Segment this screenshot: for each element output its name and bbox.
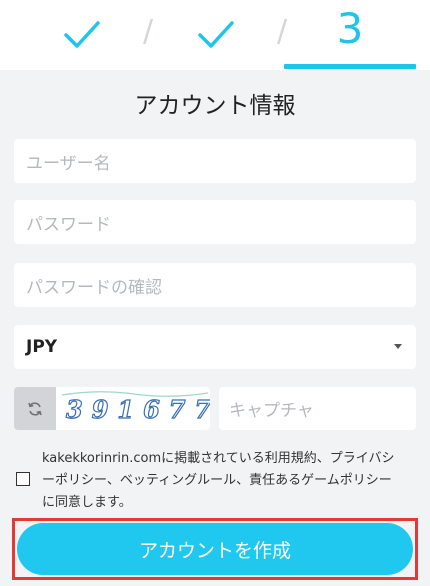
currency-value: JPY [26, 337, 58, 357]
captcha-code: 391677 [66, 395, 210, 424]
password-confirm-placeholder: パスワードの確認 [26, 277, 162, 298]
password-input[interactable]: パスワード [14, 200, 416, 244]
step-2-done [150, 0, 282, 70]
registration-stepper: / / 3 [0, 0, 430, 70]
page-title: アカウント情報 [134, 93, 296, 119]
create-account-button[interactable]: アカウントを作成 [17, 523, 413, 575]
currency-select[interactable]: JPY [14, 325, 416, 369]
password-confirm-input[interactable]: パスワードの確認 [14, 263, 416, 307]
username-placeholder: ユーザー名 [26, 153, 111, 174]
terms-text: kakekkorinrin.comに掲載されている利用規約、プライバシーポリシー… [42, 451, 395, 510]
step-3-current: 3 [284, 0, 416, 70]
caret-down-icon [394, 344, 402, 349]
captcha-input[interactable]: キャプチャ [219, 387, 416, 430]
refresh-icon [28, 401, 42, 416]
current-step-indicator [284, 64, 416, 69]
create-account-label: アカウントを作成 [138, 539, 291, 562]
check-icon [64, 21, 100, 48]
captcha-placeholder: キャプチャ [229, 401, 314, 421]
terms-checkbox[interactable] [16, 472, 30, 486]
captcha-refresh-button[interactable] [14, 387, 56, 430]
terms-agreement: kakekkorinrin.comに掲載されている利用規約、プライバシーポリシー… [14, 446, 416, 510]
check-icon [198, 21, 234, 48]
captcha-box: 391677 [14, 387, 210, 430]
password-placeholder: パスワード [26, 214, 111, 235]
captcha-image: 391677 [61, 391, 210, 425]
step-1-done [16, 0, 148, 70]
step-number: 3 [336, 3, 364, 53]
username-input[interactable]: ユーザー名 [14, 139, 416, 183]
